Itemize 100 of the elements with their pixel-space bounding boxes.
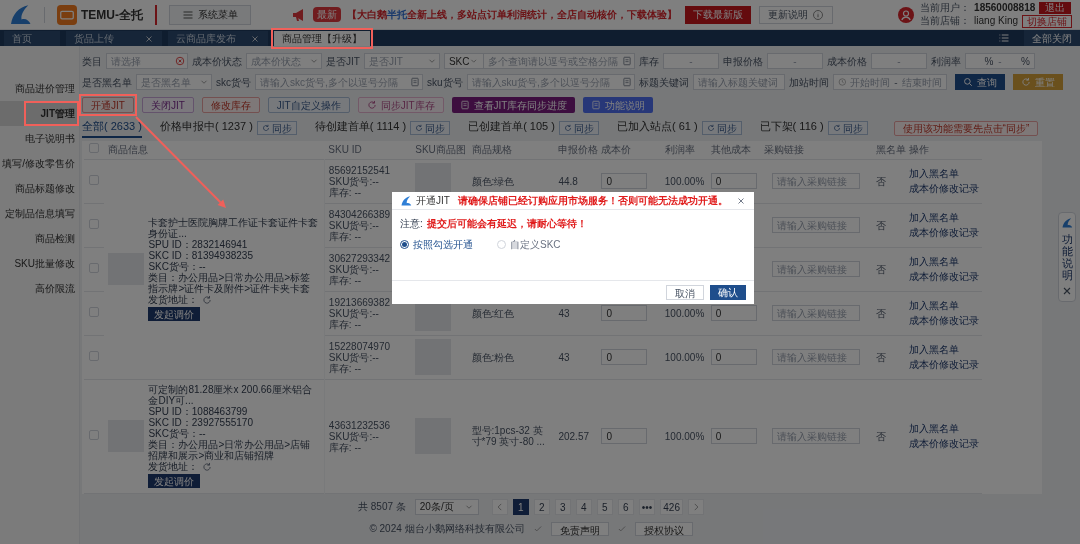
cancel-button[interactable]: 取消 xyxy=(666,285,704,300)
other-cost-input[interactable]: 0 xyxy=(710,173,757,189)
cost-input[interactable]: 0 xyxy=(601,173,648,189)
column-header: 利润率 xyxy=(660,141,707,159)
sync-button[interactable]: 同步 xyxy=(256,121,297,135)
table-link[interactable]: 加入黑名单 xyxy=(909,168,978,179)
field-label: 成本价格 xyxy=(826,54,867,69)
table-cell-text: 否 xyxy=(876,263,888,275)
table-link[interactable]: 加入黑名单 xyxy=(909,300,978,311)
sku-code-text: SKU货号:-- xyxy=(328,175,379,187)
page-button[interactable]: 426 xyxy=(660,498,683,515)
other-cost-input[interactable]: 0 xyxy=(710,428,757,444)
action-button[interactable]: 开通JIT xyxy=(82,97,134,113)
field-label: 加站时间 xyxy=(788,75,829,90)
radio-label: 按照勾选开通 xyxy=(413,238,473,252)
status-tab[interactable]: 已加入站点( 61 ) xyxy=(616,118,698,138)
table-link[interactable]: 成本价修改记录 xyxy=(909,227,978,238)
system-menu-button[interactable]: 系统菜单 xyxy=(169,4,251,25)
table-link[interactable]: 加入黑名单 xyxy=(909,256,978,267)
sku-code-text: SKU货号:-- xyxy=(328,263,379,275)
page-button[interactable]: 4 xyxy=(575,498,592,515)
select-field[interactable]: SKC xyxy=(443,53,484,69)
table-link[interactable]: 成本价修改记录 xyxy=(909,359,978,370)
adjust-price-button[interactable]: 发起调价 xyxy=(148,307,201,321)
sku-id-text: 30627293342 xyxy=(328,252,391,264)
logout-button[interactable]: 退出 xyxy=(1039,1,1072,14)
cost-input[interactable]: 0 xyxy=(601,305,648,321)
page-button[interactable]: ••• xyxy=(638,498,656,515)
adjust-price-button[interactable]: 发起调价 xyxy=(148,474,201,488)
sidebar-item[interactable]: 高价限流 xyxy=(0,276,79,301)
page-button[interactable]: 3 xyxy=(554,498,571,515)
range-field[interactable]: % - % xyxy=(964,53,1035,69)
stock-text: 库存: -- xyxy=(328,274,362,286)
action-button[interactable]: 关闭JIT xyxy=(141,97,194,113)
tab[interactable]: 首页 xyxy=(4,31,60,46)
field-label: 是否JIT xyxy=(326,54,360,69)
news-badge: 最新 xyxy=(313,7,341,22)
field-label: 标题关键词 xyxy=(638,75,689,90)
confirm-button[interactable]: 确认 xyxy=(710,285,746,300)
announcement-text: 【大白鹅半托全新上线，多站点订单利润统计，全店自动核价，下载体验】 xyxy=(347,8,677,22)
table-link[interactable]: 成本价修改记录 xyxy=(909,438,978,449)
sidebar-item[interactable]: 电子说明书 xyxy=(0,126,79,151)
other-cost-input[interactable]: 0 xyxy=(710,305,757,321)
table-cell: 100.00% xyxy=(664,175,703,187)
table-link[interactable]: 成本价修改记录 xyxy=(909,315,978,326)
query-button[interactable]: 查询 xyxy=(954,74,1005,90)
table-cell-text: 否 xyxy=(876,430,888,442)
cost-input[interactable]: 0 xyxy=(601,428,648,444)
close-all-button[interactable]: 全部关闭 xyxy=(1024,30,1080,46)
column-header: 商品规格 xyxy=(467,141,555,159)
action-button[interactable]: 同步JIT库存 xyxy=(357,97,444,113)
status-tab[interactable]: 全部( 2633 ) xyxy=(82,118,142,138)
sku-code-text: SKU货号:-- xyxy=(328,430,379,442)
status-tab[interactable]: 价格申报中( 1237 ) xyxy=(159,118,253,138)
sync-button[interactable]: 同步 xyxy=(701,121,742,135)
warning-text: 请确保店铺已经订购应用市场服务！否则可能无法成功开通。 xyxy=(457,194,728,208)
page-button[interactable]: 1 xyxy=(512,498,529,515)
page-button[interactable]: 6 xyxy=(617,498,634,515)
table-link[interactable]: 加入黑名单 xyxy=(909,423,978,434)
action-button[interactable]: 查看JIT库存同步进度 xyxy=(451,97,576,113)
note-text: 提交后可能会有延迟，请耐心等待！ xyxy=(426,217,587,231)
footer-link[interactable]: 免责声明 xyxy=(550,521,609,536)
dialog-title: 开通JIT xyxy=(416,194,450,208)
sku-id-text: 19213669382 xyxy=(328,296,391,308)
status-tab[interactable]: 已下架( 116 ) xyxy=(759,118,824,138)
table-link[interactable]: 加入黑名单 xyxy=(909,212,978,223)
page-size-select[interactable]: 20条/页 xyxy=(414,498,479,515)
sidebar-item[interactable]: 商品检测 xyxy=(0,226,79,251)
table-link[interactable]: 成本价修改记录 xyxy=(909,183,978,194)
sync-button[interactable]: 同步 xyxy=(410,121,451,135)
column-header: 其他成本 xyxy=(706,141,760,159)
status-tab[interactable]: 待创建首单( 1114 ) xyxy=(314,118,407,138)
table-link[interactable]: 加入黑名单 xyxy=(909,344,978,355)
sync-button[interactable]: 同步 xyxy=(558,121,599,135)
action-button[interactable]: 修改库存 xyxy=(201,97,260,113)
table-cell-text: 否 xyxy=(876,307,888,319)
column-header: 成本价 xyxy=(597,141,661,159)
other-cost-input[interactable]: 0 xyxy=(710,349,757,365)
action-button[interactable]: 功能说明 xyxy=(583,97,654,113)
page-button[interactable]: 5 xyxy=(596,498,613,515)
table-link[interactable]: 成本价修改记录 xyxy=(909,271,978,282)
sync-notice: 使用该功能需要先点击“同步” xyxy=(893,120,1039,136)
download-button[interactable]: 下载最新版 xyxy=(685,5,751,24)
update-notes-button[interactable]: 更新说明 xyxy=(759,5,833,24)
radio-label: 自定义SKC xyxy=(510,238,561,252)
sidebar-item[interactable]: 填写/修改零售价 xyxy=(0,151,79,176)
status-tab[interactable]: 已创建首单( 105 ) xyxy=(468,118,555,138)
page-button[interactable]: 2 xyxy=(533,498,550,515)
column-header: 商品信息 xyxy=(104,141,325,159)
sidebar-item[interactable]: 商品进价管理 xyxy=(0,76,79,101)
action-button[interactable]: JIT自定义操作 xyxy=(267,97,350,113)
footer-link[interactable]: 授权协议 xyxy=(634,521,693,536)
sidebar-item[interactable]: SKU批量修改 xyxy=(0,251,79,276)
sidebar-item[interactable]: 定制品信息填写 xyxy=(0,201,79,226)
switch-store-button[interactable]: 切换店铺 xyxy=(1022,14,1072,28)
sync-button[interactable]: 同步 xyxy=(827,121,868,135)
sidebar-item[interactable]: 商品标题修改 xyxy=(0,176,79,201)
tab[interactable]: 商品管理【升级】 xyxy=(274,31,370,46)
table-cell-text: 颜色:绿色 xyxy=(471,175,516,187)
cost-input[interactable]: 0 xyxy=(601,349,648,365)
